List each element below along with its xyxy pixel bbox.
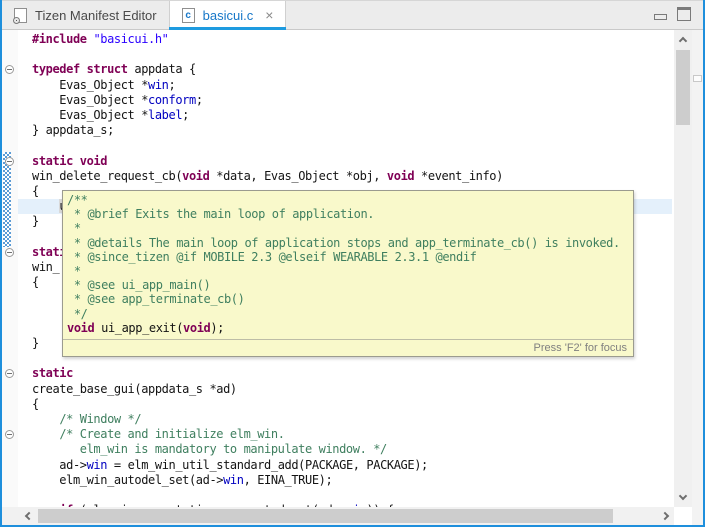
code-line[interactable]: static [32, 366, 73, 382]
code-line[interactable]: /* Window */ [32, 412, 141, 428]
scroll-up-icon[interactable] [679, 37, 687, 45]
code-line[interactable]: win_ [32, 260, 59, 276]
code-line[interactable]: } appdata_s; [32, 123, 114, 139]
code-line[interactable]: { [32, 275, 39, 291]
vertical-scrollbar[interactable] [674, 30, 692, 507]
scroll-left-icon[interactable] [25, 512, 33, 520]
tab-label: basicui.c [203, 8, 254, 23]
tooltip-line: * @brief Exits the main loop of applicat… [67, 207, 631, 221]
code-line[interactable]: } [32, 336, 39, 352]
fold-collapse-icon[interactable] [5, 248, 14, 257]
scroll-right-icon[interactable] [661, 512, 669, 520]
code-line[interactable]: #include "basicui.h" [32, 32, 169, 48]
code-line[interactable]: } [32, 214, 39, 230]
code-line[interactable]: /* Create and initialize elm_win. [32, 427, 285, 443]
code-line[interactable]: win_delete_request_cb(void *data, Evas_O… [32, 169, 503, 185]
tooltip-line: void ui_app_exit(void); [67, 321, 631, 335]
tab-tizen-manifest-editor[interactable]: Tizen Manifest Editor [2, 1, 169, 29]
view-controls [654, 7, 691, 21]
overview-occurrence-marker[interactable] [693, 75, 702, 82]
tooltip-line: * @see ui_app_main() [67, 278, 631, 292]
horizontal-scrollbar[interactable] [2, 507, 674, 525]
horizontal-scrollbar-thumb[interactable] [38, 509, 613, 523]
tooltip-footer-hint: Press 'F2' for focus [63, 339, 633, 356]
tab-label: Tizen Manifest Editor [35, 8, 157, 23]
code-line[interactable]: { [32, 397, 39, 413]
manifest-editor-icon [14, 8, 27, 23]
tooltip-line: * @see app_terminate_cb() [67, 292, 631, 306]
doc-hover-text: /** * @brief Exits the main loop of appl… [67, 193, 631, 335]
editor-window: Tizen Manifest Editor c basicui.c × #inc… [0, 0, 705, 527]
minimize-icon[interactable] [654, 14, 667, 20]
doc-hover-tooltip: /** * @brief Exits the main loop of appl… [62, 190, 634, 357]
tooltip-line: */ [67, 307, 631, 321]
code-line[interactable]: Evas_Object *win; [32, 78, 175, 94]
maximize-icon[interactable] [677, 7, 691, 21]
tab-basicui-c[interactable]: c basicui.c × [169, 1, 287, 29]
code-line[interactable]: typedef struct appdata { [32, 62, 196, 78]
tooltip-line: * @details The main loop of application … [67, 236, 631, 250]
tooltip-line: /** [67, 193, 631, 207]
vertical-scrollbar-thumb[interactable] [676, 50, 690, 125]
range-indicator [3, 152, 11, 247]
tooltip-line: * [67, 221, 631, 235]
code-line[interactable]: Evas_Object *conform; [32, 93, 203, 109]
overview-ruler[interactable] [692, 30, 705, 525]
scroll-down-icon[interactable] [679, 492, 687, 500]
code-line[interactable]: ad->win = elm_win_util_standard_add(PACK… [32, 458, 428, 474]
code-line[interactable]: create_base_gui(appdata_s *ad) [32, 382, 237, 398]
editor-tab-bar: Tizen Manifest Editor c basicui.c × [2, 0, 703, 30]
fold-collapse-icon[interactable] [5, 157, 14, 166]
tooltip-line: * [67, 264, 631, 278]
code-line[interactable]: elm_win_autodel_set(ad->win, EINA_TRUE); [32, 473, 332, 489]
tooltip-line: * @since_tizen @if MOBILE 2.3 @elseif WE… [67, 250, 631, 264]
code-line[interactable]: static void [32, 154, 107, 170]
close-icon[interactable]: × [265, 8, 273, 22]
code-line[interactable]: elm_win is mandatory to manipulate windo… [32, 442, 387, 458]
code-line[interactable]: Evas_Object *label; [32, 108, 189, 124]
code-line[interactable]: { [32, 184, 39, 200]
c-source-file-icon: c [182, 8, 195, 23]
